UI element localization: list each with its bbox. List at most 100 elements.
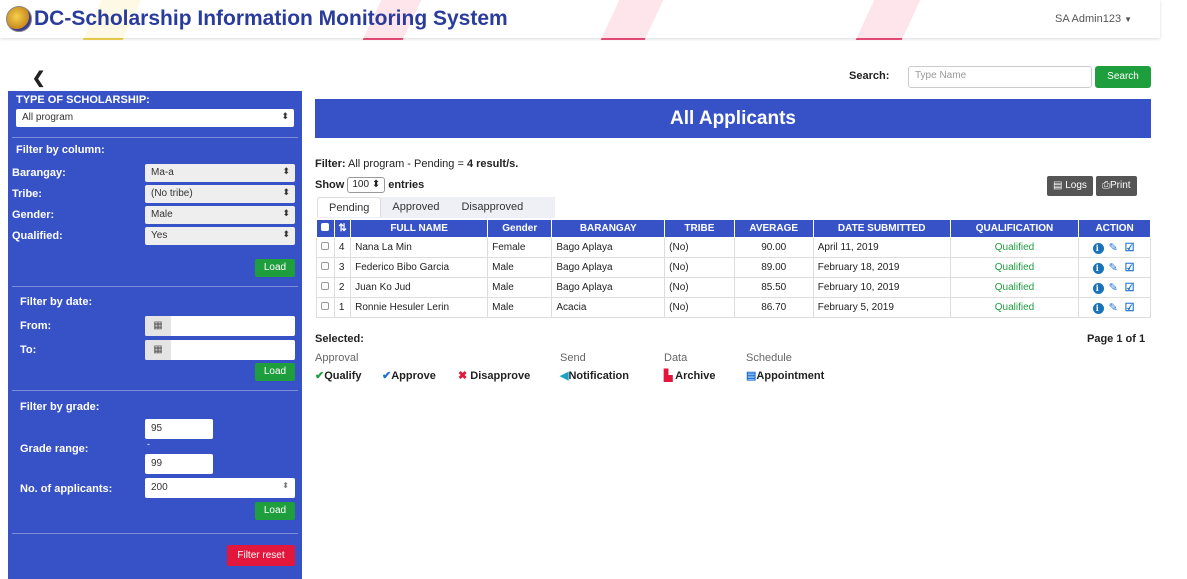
print-label: Print xyxy=(1110,180,1131,191)
print-button[interactable]: ⎙Print xyxy=(1096,176,1137,196)
column-header[interactable]: Gender xyxy=(487,219,553,238)
search-input[interactable]: Type Name xyxy=(908,66,1092,88)
pencil-icon[interactable]: ✎ xyxy=(1109,302,1120,314)
barangay-select[interactable]: Ma-a ⬍ xyxy=(145,164,295,182)
row-number: 3 xyxy=(333,257,352,278)
qualified-value: Yes xyxy=(151,230,168,241)
check-square-icon[interactable]: ☑ xyxy=(1125,302,1137,314)
column-header[interactable]: BARANGAY xyxy=(551,219,666,238)
tab-approved[interactable]: Approved xyxy=(381,197,450,217)
back-chevron-icon[interactable]: ❮ xyxy=(32,68,45,88)
entries-select[interactable]: 100 ⬍ xyxy=(347,177,386,193)
tribe-select[interactable]: (No tribe) ⬍ xyxy=(145,185,295,203)
tribe-cell: (No) xyxy=(664,257,735,278)
from-date-input[interactable]: ▦ xyxy=(145,316,295,336)
row-checkbox[interactable] xyxy=(321,282,329,290)
barangay-cell: Acacia xyxy=(551,297,666,318)
search-button[interactable]: Search xyxy=(1095,66,1151,88)
average-cell: 89.00 xyxy=(733,257,814,278)
status-tabs: Pending Approved Disapproved xyxy=(317,197,534,217)
applicants-input[interactable]: 200 ⬍ xyxy=(145,478,295,498)
select-arrow-icon: ⬍ xyxy=(371,179,381,190)
average-cell: 90.00 xyxy=(733,237,814,258)
column-header[interactable]: FULL NAME xyxy=(350,219,489,238)
from-label: From: xyxy=(20,320,52,332)
load-button-column[interactable]: Load xyxy=(255,259,295,277)
full-name-cell: Nana La Min xyxy=(350,237,489,258)
tab-pending[interactable]: Pending xyxy=(317,197,382,217)
column-header[interactable]: AVERAGE xyxy=(733,219,814,238)
tab-disapproved[interactable]: Disapproved xyxy=(450,197,534,217)
sort-header[interactable]: ⇅ xyxy=(333,219,352,238)
notification-action[interactable]: ◀Notification xyxy=(560,369,629,382)
applicants-label: No. of applicants: xyxy=(20,483,113,495)
group-label-send: Send xyxy=(560,352,586,364)
spinner-icon[interactable]: ⬍ xyxy=(282,481,289,490)
pencil-icon[interactable]: ✎ xyxy=(1109,242,1120,254)
file-icon: ▙ xyxy=(664,370,673,382)
filter-reset-button[interactable]: Filter reset xyxy=(227,545,295,566)
info-icon[interactable]: i xyxy=(1092,263,1104,274)
scholarship-type-select[interactable]: All program ⬍ xyxy=(16,109,294,127)
divider xyxy=(12,286,298,287)
load-button-date[interactable]: Load xyxy=(255,363,295,381)
check-square-icon[interactable]: ☑ xyxy=(1125,282,1137,294)
qualify-label: Qualify xyxy=(324,370,362,382)
load-button-grade[interactable]: Load xyxy=(255,502,295,520)
caret-down-icon: ▼ xyxy=(1124,15,1132,24)
show-label: Show xyxy=(315,179,345,191)
gender-row: Gender: Male ⬍ xyxy=(8,205,302,226)
row-checkbox[interactable] xyxy=(321,302,329,310)
select-arrow-icon: ⬍ xyxy=(282,229,290,239)
appointment-action[interactable]: ▤Appointment xyxy=(746,369,824,382)
calendar-icon: ▤ xyxy=(746,370,757,382)
select-arrow-icon: ⬍ xyxy=(282,166,290,176)
info-icon[interactable]: i xyxy=(1092,243,1104,254)
qualified-select[interactable]: Yes ⬍ xyxy=(145,227,295,245)
qualification-cell: Qualified xyxy=(949,277,1080,298)
disapprove-action[interactable]: ✖ Disapprove xyxy=(458,369,530,382)
select-arrow-icon: ⬍ xyxy=(282,208,290,218)
select-all-header[interactable] xyxy=(316,219,335,238)
barangay-cell: Bago Aplaya xyxy=(551,237,666,258)
pencil-icon[interactable]: ✎ xyxy=(1109,262,1120,274)
user-menu[interactable]: SA Admin123 ▼ xyxy=(1055,13,1132,25)
select-all-checkbox[interactable] xyxy=(321,223,330,231)
qualification-cell: Qualified xyxy=(949,257,1080,278)
applicants-table: ⇅ FULL NAME Gender BARANGAY TRIBE AVERAG… xyxy=(316,219,1151,318)
column-header[interactable]: DATE SUBMITTED xyxy=(812,219,951,238)
row-checkbox[interactable] xyxy=(321,262,329,270)
filter-date-heading: Filter by date: xyxy=(20,296,93,308)
gender-select[interactable]: Male ⬍ xyxy=(145,206,295,224)
grade-to-input[interactable]: 99 xyxy=(145,454,213,474)
filter-text: All program - Pending = xyxy=(345,158,467,170)
approve-label: Approve xyxy=(391,370,436,382)
full-name-cell: Federico Bibo Garcia xyxy=(350,257,489,278)
group-label-approval: Approval xyxy=(315,352,359,364)
logs-button[interactable]: ▤ Logs xyxy=(1047,176,1093,196)
gender-cell: Female xyxy=(487,237,553,258)
filter-grade-heading: Filter by grade: xyxy=(20,401,100,413)
pencil-icon[interactable]: ✎ xyxy=(1109,282,1120,294)
archive-action[interactable]: ▙ Archive xyxy=(664,369,715,382)
app-title: DC-Scholarship Information Monitoring Sy… xyxy=(34,7,508,30)
qualified-label: Qualified: xyxy=(12,230,63,242)
to-date-input[interactable]: ▦ xyxy=(145,340,295,360)
info-icon[interactable]: i xyxy=(1092,283,1104,294)
date-cell: February 5, 2019 xyxy=(812,297,951,318)
grade-from-input[interactable]: 95 xyxy=(145,419,213,439)
column-header[interactable]: TRIBE xyxy=(664,219,735,238)
info-icon[interactable]: i xyxy=(1092,303,1104,314)
sort-icon: ⇅ xyxy=(338,223,347,234)
barangay-value: Ma-a xyxy=(151,167,174,178)
column-header[interactable]: QUALIFICATION xyxy=(949,219,1080,238)
check-square-icon[interactable]: ☑ xyxy=(1125,242,1137,254)
grade-range-dash: - xyxy=(147,439,150,449)
show-entries: Show 100 ⬍ entries xyxy=(315,177,424,193)
row-checkbox[interactable] xyxy=(321,242,329,250)
row-number: 1 xyxy=(333,297,352,318)
approve-action[interactable]: ✔Approve xyxy=(382,369,436,382)
qualify-action[interactable]: ✔Qualify xyxy=(315,369,362,382)
check-square-icon[interactable]: ☑ xyxy=(1125,262,1137,274)
print-icon: ⎙ xyxy=(1102,180,1110,191)
